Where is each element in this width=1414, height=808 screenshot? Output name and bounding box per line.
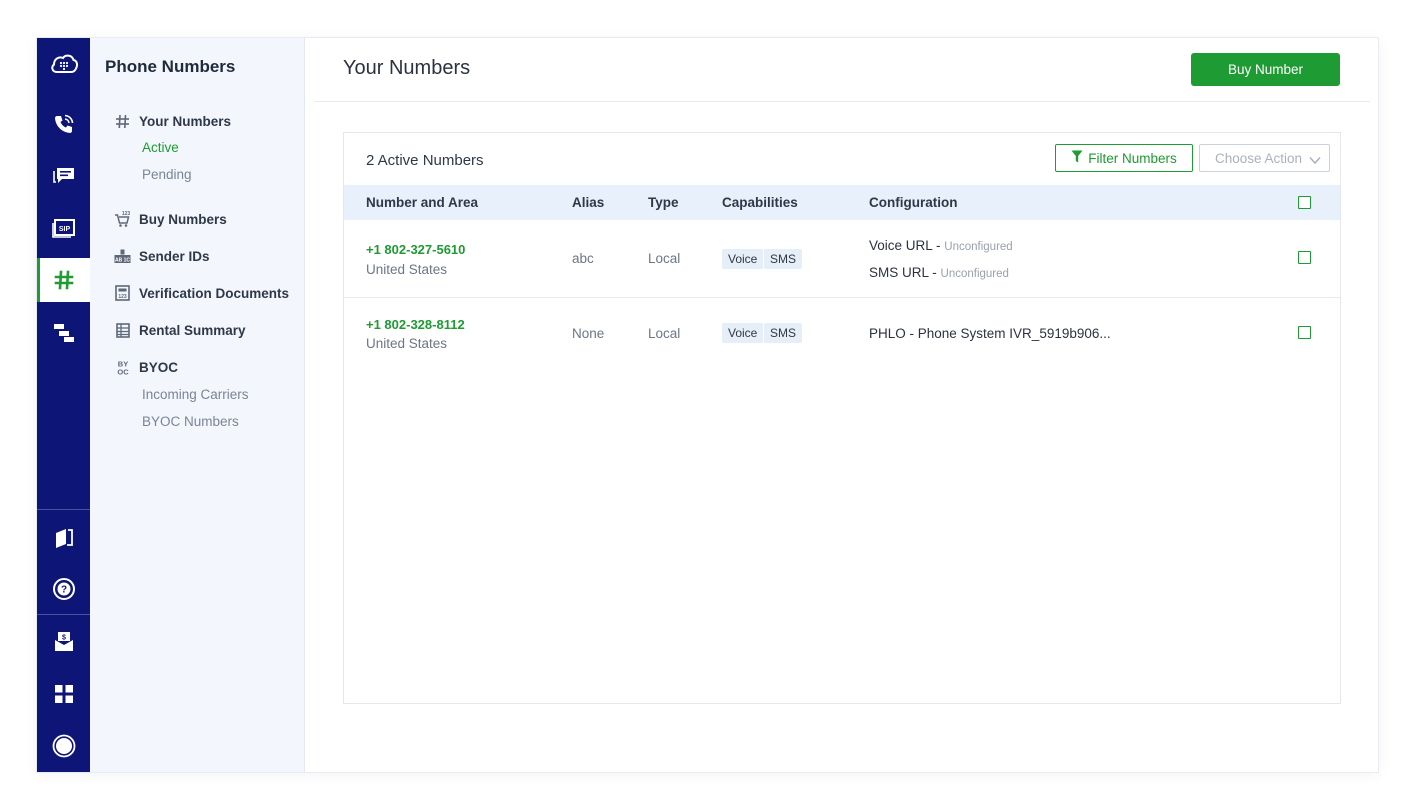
- number-area: United States: [366, 336, 448, 351]
- sidebar-item-label: Verification Documents: [139, 285, 290, 301]
- filter-funnel-icon: [1071, 150, 1083, 166]
- row-checkbox[interactable]: [1298, 326, 1311, 339]
- help-icon[interactable]: ?: [37, 567, 90, 611]
- sidebar-item-label: Rental Summary: [139, 322, 246, 338]
- capability-badge-voice: Voice: [722, 249, 764, 269]
- sms-url-value: Unconfigured: [940, 268, 1009, 280]
- sidebar-subitem-pending[interactable]: Pending: [142, 167, 192, 182]
- table-icon: [114, 322, 131, 339]
- sidebar-item-your-numbers[interactable]: Your Numbers: [114, 110, 231, 132]
- cart-icon: 123: [114, 211, 131, 228]
- number-area: United States: [366, 262, 448, 277]
- icon-rail: SIP ? $: [37, 38, 90, 772]
- byoc-icon: BY OC: [114, 359, 131, 376]
- sidebar-item-buy-numbers[interactable]: 123 Buy Numbers: [114, 208, 227, 230]
- sender-id-icon: AB 1C: [114, 248, 131, 265]
- svg-text:123: 123: [122, 211, 131, 217]
- buy-number-button[interactable]: Buy Number: [1191, 53, 1340, 86]
- phone-number-link[interactable]: +1 802-327-5610: [366, 242, 465, 257]
- sidebar-item-label: Your Numbers: [139, 113, 232, 129]
- phlo-config-link[interactable]: PHLO - Phone System IVR_5919b906...: [869, 326, 1111, 341]
- flow-icon[interactable]: [37, 311, 90, 355]
- numbers-card: 2 Active Numbers Filter Numbers Choose A…: [343, 132, 1341, 704]
- capability-badge-sms: SMS: [764, 249, 803, 269]
- alias-cell: None: [572, 326, 605, 341]
- choose-action-value: Choose Action: [1215, 150, 1303, 166]
- app-window: SIP ? $ Phone Numbers Your Numbers Activ…: [37, 38, 1378, 772]
- filter-numbers-button[interactable]: Filter Numbers: [1055, 144, 1193, 172]
- svg-text:123: 123: [118, 294, 127, 300]
- section-sidebar: Phone Numbers Your Numbers Active Pendin…: [90, 38, 305, 772]
- svg-text:OC: OC: [117, 367, 129, 376]
- capability-badge-sms: SMS: [764, 323, 803, 343]
- voice-url-value: Unconfigured: [944, 241, 1013, 253]
- header-divider: [315, 101, 1370, 102]
- page-title: Your Numbers: [343, 57, 471, 79]
- sidebar-item-sender-ids[interactable]: AB 1C Sender IDs: [114, 245, 210, 267]
- capability-badge-voice: Voice: [722, 323, 764, 343]
- alias-cell: abc: [572, 251, 594, 266]
- active-count-label: 2 Active Numbers: [366, 152, 484, 169]
- sidebar-item-verification-documents[interactable]: 123 Verification Documents: [114, 282, 289, 304]
- sidebar-item-byoc[interactable]: BY OC BYOC: [114, 356, 178, 378]
- column-header-configuration: Configuration: [869, 195, 958, 210]
- table-row: +1 802-327-5610 United States abc Local …: [344, 220, 1340, 298]
- svg-text:SIP: SIP: [58, 226, 70, 233]
- hash-icon[interactable]: [37, 258, 90, 302]
- sidebar-item-label: BYOC: [139, 359, 179, 375]
- sms-url-config: SMS URL - Unconfigured: [869, 265, 1009, 280]
- sidebar-item-label: Buy Numbers: [139, 211, 227, 227]
- profile-avatar-icon[interactable]: [37, 724, 90, 768]
- sidebar-title: Phone Numbers: [105, 57, 236, 76]
- svg-text:$: $: [62, 635, 66, 642]
- sidebar-subitem-active[interactable]: Active: [142, 140, 179, 155]
- column-header-type: Type: [648, 195, 679, 210]
- messaging-icon[interactable]: [37, 154, 90, 198]
- filter-numbers-label: Filter Numbers: [1088, 150, 1177, 166]
- column-header-number: Number and Area: [366, 195, 479, 210]
- main-content: Your Numbers Buy Number 2 Active Numbers…: [306, 38, 1378, 772]
- type-cell: Local: [648, 251, 681, 266]
- sidebar-item-rental-summary[interactable]: Rental Summary: [114, 319, 246, 341]
- sip-trunk-icon[interactable]: SIP: [37, 206, 90, 250]
- chevron-down-icon: [1309, 153, 1321, 168]
- billing-icon[interactable]: $: [37, 620, 90, 664]
- docs-book-icon[interactable]: [37, 516, 90, 560]
- column-header-capabilities: Capabilities: [722, 195, 798, 210]
- svg-text:AB 1C: AB 1C: [115, 257, 130, 263]
- voice-call-icon[interactable]: [37, 102, 90, 146]
- sidebar-subitem-incoming-carriers[interactable]: Incoming Carriers: [142, 387, 249, 402]
- hash-icon: [114, 113, 131, 130]
- select-all-checkbox[interactable]: [1298, 196, 1311, 209]
- row-checkbox[interactable]: [1298, 251, 1311, 264]
- type-cell: Local: [648, 326, 681, 341]
- table-header: Number and Area Alias Type Capabilities …: [344, 185, 1340, 220]
- sidebar-subitem-byoc-numbers[interactable]: BYOC Numbers: [142, 414, 239, 429]
- cloud-logo-icon[interactable]: [37, 42, 90, 86]
- svg-text:?: ?: [60, 585, 66, 596]
- apps-grid-icon[interactable]: [37, 672, 90, 716]
- sidebar-item-label: Sender IDs: [139, 248, 210, 264]
- document-icon: 123: [114, 285, 131, 302]
- phone-number-link[interactable]: +1 802-328-8112: [366, 317, 465, 332]
- table-row: +1 802-328-8112 United States None Local…: [344, 298, 1340, 368]
- column-header-alias: Alias: [572, 195, 605, 210]
- choose-action-select[interactable]: Choose Action: [1199, 144, 1330, 172]
- voice-url-label: Voice URL -: [869, 238, 945, 253]
- sms-url-label: SMS URL -: [869, 265, 941, 280]
- voice-url-config: Voice URL - Unconfigured: [869, 238, 1013, 253]
